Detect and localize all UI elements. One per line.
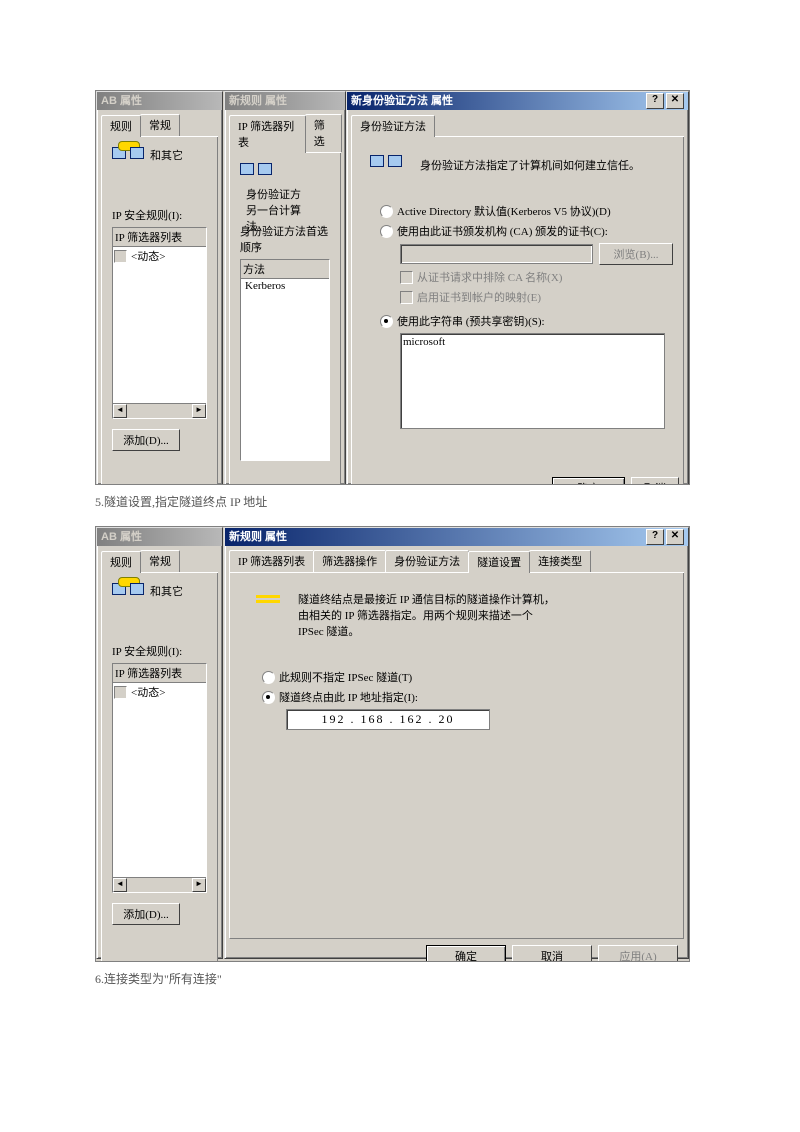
caption-6: 6.连接类型为"所有连接"	[95, 970, 690, 987]
titlebar-ab[interactable]: AB 属性	[97, 92, 222, 110]
window-auth-method: 新身份验证方法 属性 ? ✕ 身份验证方法 身份验证方法指定了计算机间如何建立信…	[346, 91, 689, 485]
rules-label: IP 安全规则(I):	[112, 643, 207, 659]
col-header[interactable]: IP 筛选器列表	[113, 664, 206, 683]
radio-cert[interactable]	[380, 225, 393, 238]
label-ad: Active Directory 默认值(Kerberos V5 协议)(D)	[397, 203, 611, 219]
item-kerberos: Kerberos	[241, 279, 329, 293]
tab-rules[interactable]: 规则	[101, 551, 141, 573]
radio-ad[interactable]	[380, 205, 393, 218]
title-text: 新身份验证方法 属性	[351, 92, 644, 110]
item-dynamic: <动态>	[131, 684, 165, 700]
window-ab-properties: AB 属性 规则 常规 和其它 IP 安全规则(I): IP 筛选器列表 <动态…	[96, 91, 223, 485]
tab-tunnel[interactable]: 隧道设置	[468, 551, 530, 573]
psk-textarea[interactable]: microsoft	[400, 333, 665, 429]
desc-text: 身份验证方 另一台计算 法。	[246, 186, 301, 234]
window-new-rule-tunnel: 新规则 属性 ? ✕ IP 筛选器列表 筛选器操作 身份验证方法 隧道设置 连接…	[224, 527, 689, 959]
network-icon	[112, 583, 144, 603]
close-button[interactable]: ✕	[666, 93, 684, 109]
ok-button[interactable]: 确定	[552, 477, 625, 485]
scrollbar[interactable]: ◄►	[113, 403, 206, 418]
label-psk: 使用此字符串 (预共享密钥)(S):	[397, 313, 545, 329]
desc-text: 和其它	[150, 150, 183, 162]
titlebar-ab[interactable]: AB 属性	[97, 528, 222, 546]
radio-tunnel-ip[interactable]	[262, 691, 275, 704]
radio-no-tunnel[interactable]	[262, 671, 275, 684]
checkbox-exclude-ca	[400, 271, 413, 284]
tab-auth[interactable]: 身份验证方法	[385, 550, 469, 572]
close-button[interactable]: ✕	[666, 529, 684, 545]
help-button[interactable]: ?	[646, 529, 664, 545]
add-button[interactable]: 添加(D)...	[112, 903, 180, 925]
tab-filteraction[interactable]: 筛选器操作	[313, 550, 386, 572]
tab-general[interactable]: 常规	[140, 114, 180, 136]
scrollbar[interactable]: ◄►	[113, 877, 206, 892]
rules-label: IP 安全规则(I):	[112, 207, 207, 223]
window-ab-properties-2: AB 属性 规则 常规 和其它 IP 安全规则(I): IP 筛选器列表 <动态…	[96, 527, 223, 959]
network-icon	[240, 163, 272, 183]
titlebar-authmethod[interactable]: 新身份验证方法 属性 ? ✕	[347, 92, 688, 110]
desc-text: 隧道终结点是最接近 IP 通信目标的隧道操作计算机， 由相关的 IP 筛选器指定…	[298, 591, 555, 639]
checkbox-dynamic[interactable]	[114, 250, 127, 263]
desc-text: 和其它	[150, 586, 183, 598]
col-header[interactable]: IP 筛选器列表	[113, 228, 206, 247]
title-text: 新规则 属性	[229, 528, 644, 546]
titlebar-newrule[interactable]: 新规则 属性	[225, 92, 345, 110]
tab-conntype[interactable]: 连接类型	[529, 550, 591, 572]
titlebar-newrule[interactable]: 新规则 属性 ? ✕	[225, 528, 688, 546]
tab-rules[interactable]: 规则	[101, 115, 141, 137]
tunnel-icon	[256, 591, 280, 607]
caption-5: 5.隧道设置,指定隧道终点 IP 地址	[95, 493, 690, 510]
label-mapping: 启用证书到帐户的映射(E)	[417, 289, 541, 305]
label-no-tunnel: 此规则不指定 IPSec 隧道(T)	[279, 669, 412, 685]
browse-button: 浏览(B)...	[599, 243, 673, 265]
item-dynamic: <动态>	[131, 248, 165, 264]
label-exclude: 从证书请求中排除 CA 名称(X)	[417, 269, 562, 285]
psk-value: microsoft	[403, 336, 445, 348]
ip-address-field[interactable]: 192 . 168 . 162 . 20	[286, 709, 490, 730]
desc-text: 身份验证方法指定了计算机间如何建立信任。	[420, 157, 640, 173]
ok-button[interactable]: 确定	[426, 945, 506, 962]
network-icon	[370, 155, 402, 175]
radio-psk[interactable]	[380, 315, 393, 328]
title-text: AB 属性	[101, 528, 218, 546]
title-text: 新规则 属性	[229, 92, 341, 110]
tab-ipfilter[interactable]: IP 筛选器列表	[229, 550, 314, 572]
label-cert: 使用由此证书颁发机构 (CA) 颁发的证书(C):	[397, 223, 608, 239]
apply-button: 应用(A)	[598, 945, 678, 962]
label-tunnel-ip: 隧道终点由此 IP 地址指定(I):	[279, 689, 418, 705]
network-icon	[112, 147, 144, 167]
tab-ipfilter[interactable]: IP 筛选器列表	[229, 115, 306, 153]
screenshot-tunnel: AB 属性 规则 常规 和其它 IP 安全规则(I): IP 筛选器列表 <动态…	[95, 526, 690, 962]
help-button[interactable]: ?	[646, 93, 664, 109]
col-method[interactable]: 方法	[241, 260, 329, 279]
checkbox-cert-mapping	[400, 291, 413, 304]
window-new-rule: 新规则 属性 IP 筛选器列表 筛选 身份验证方 另一台计算 法。 身份验证方法…	[224, 91, 346, 485]
cancel-button[interactable]: 取消	[512, 945, 592, 962]
tab-general[interactable]: 常规	[140, 550, 180, 572]
cancel-button[interactable]: 取消	[631, 477, 679, 485]
add-button[interactable]: 添加(D)...	[112, 429, 180, 451]
cert-field	[400, 244, 593, 264]
title-text: AB 属性	[101, 92, 218, 110]
checkbox-dynamic[interactable]	[114, 686, 127, 699]
tab-auth[interactable]: 身份验证方法	[351, 115, 435, 137]
tab-filter[interactable]: 筛选	[305, 114, 342, 152]
screenshot-auth-method: AB 属性 规则 常规 和其它 IP 安全规则(I): IP 筛选器列表 <动态…	[95, 90, 690, 485]
